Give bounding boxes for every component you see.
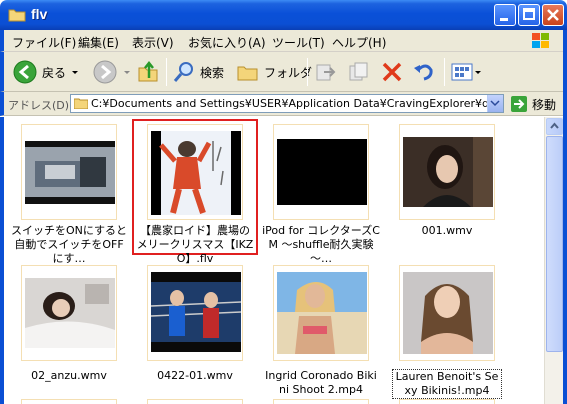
thumbnail-frame <box>147 124 243 220</box>
back-button[interactable]: 戻る <box>12 58 80 86</box>
menu-edit[interactable]: 編集(E) <box>78 34 119 51</box>
views-icon <box>451 63 473 81</box>
delete-button[interactable] <box>380 58 404 86</box>
chevron-down-icon <box>124 71 130 74</box>
go-button[interactable]: 移動 <box>510 95 556 113</box>
vertical-scrollbar[interactable] <box>544 117 563 404</box>
video-thumbnail <box>25 141 115 204</box>
video-thumbnail <box>25 278 115 348</box>
video-thumbnail <box>151 272 241 352</box>
thumbnail-frame <box>273 124 369 220</box>
window-title: flv <box>31 6 48 22</box>
folders-label: フォルダ <box>264 65 313 80</box>
video-thumbnail <box>403 272 493 354</box>
thumbnail-frame <box>21 124 117 220</box>
thumbnail-frame <box>273 265 369 361</box>
up-folder-button[interactable] <box>137 58 161 86</box>
file-view[interactable]: スイッチをONにすると自動でスイッチをOFFにす… 【農家ロイド】農場のメリーク… <box>4 117 544 404</box>
video-thumbnail <box>277 139 367 205</box>
thumbnail-frame <box>399 399 495 404</box>
move-to-button[interactable] <box>314 58 338 86</box>
video-thumbnail <box>151 131 241 215</box>
maximize-button[interactable] <box>518 4 540 26</box>
scroll-thumb[interactable] <box>546 136 563 352</box>
toolbar-separator <box>444 58 445 86</box>
close-button[interactable] <box>542 4 564 26</box>
thumbnail-frame <box>147 265 243 361</box>
thumbnail-frame <box>147 399 243 404</box>
file-name: iPod for コレクターズCM ～shuffle耐久実験～… <box>262 224 380 265</box>
move-to-icon <box>316 64 336 81</box>
address-path: C:¥Documents and Settings¥USER¥Applicati… <box>91 97 504 110</box>
toolbar-separator <box>166 58 167 86</box>
undo-icon <box>414 64 433 81</box>
menu-view[interactable]: 表示(V) <box>132 34 174 51</box>
thumbnail-frame <box>399 124 495 220</box>
title-bar[interactable]: flv <box>0 0 567 30</box>
address-input[interactable]: C:¥Documents and Settings¥USER¥Applicati… <box>70 94 504 113</box>
windows-logo-icon <box>532 33 549 48</box>
file-name: スイッチをONにすると自動でスイッチをOFFにす… <box>11 224 127 265</box>
video-thumbnail <box>403 137 493 207</box>
forward-button[interactable] <box>92 58 132 86</box>
window-border <box>563 30 567 404</box>
minimize-button[interactable] <box>494 4 516 26</box>
copy-to-button[interactable] <box>347 58 371 86</box>
menu-tools[interactable]: ツール(T) <box>272 34 325 51</box>
file-name: Ingrid Coronado Bikini Shoot 2.mp4 <box>265 369 377 396</box>
back-arrow-icon <box>13 60 37 84</box>
delete-x-icon <box>382 62 402 82</box>
toolbar-separator <box>307 58 308 86</box>
copy-to-icon <box>349 62 368 81</box>
address-dropdown[interactable] <box>487 95 503 112</box>
go-arrow-icon <box>511 96 527 112</box>
folders-button[interactable]: フォルダ <box>236 58 312 86</box>
chevron-down-icon <box>490 100 500 107</box>
search-button[interactable]: 検索 <box>172 58 224 86</box>
search-label: 検索 <box>200 65 225 80</box>
up-folder-icon <box>138 60 158 82</box>
thumbnail-frame <box>21 265 117 361</box>
menu-help[interactable]: ヘルプ(H) <box>332 34 386 51</box>
thumbnail-frame <box>21 399 117 404</box>
folder-icon <box>8 9 26 22</box>
address-label: アドレス(D) <box>8 99 70 112</box>
maximize-icon <box>523 8 535 20</box>
search-icon <box>173 62 193 82</box>
minimize-icon <box>500 18 508 21</box>
file-name: 001.wmv <box>421 224 473 237</box>
file-name: Lauren Benoit's Sexy Bikinis!.mp4 <box>392 369 502 399</box>
video-thumbnail <box>277 272 367 354</box>
back-label: 戻る <box>42 65 67 80</box>
go-label: 移動 <box>532 97 557 112</box>
thumbnail-frame <box>399 265 495 361</box>
file-name: 0422-01.wmv <box>157 369 233 382</box>
menu-file[interactable]: ファイル(F) <box>12 34 76 51</box>
chevron-up-icon <box>550 122 559 129</box>
views-button[interactable] <box>450 58 482 86</box>
file-name: 02_anzu.wmv <box>31 369 107 382</box>
undo-button[interactable] <box>412 58 436 86</box>
forward-arrow-icon <box>93 60 117 84</box>
thumbnail-frame <box>273 399 369 404</box>
close-icon <box>547 9 559 21</box>
scroll-up-button[interactable] <box>546 118 563 135</box>
folders-icon <box>237 66 258 81</box>
menu-bar: ファイル(F) 編集(E) 表示(V) お気に入り(A) ツール(T) ヘルプ(… <box>0 30 567 52</box>
chevron-down-icon <box>72 71 79 74</box>
menu-favorites[interactable]: お気に入り(A) <box>188 34 266 51</box>
toolbar: 戻る 検索 フォルダ <box>0 52 567 92</box>
file-name: 【農家ロイド】農場のメリークリスマス【IKZO】.flv <box>136 224 254 265</box>
address-bar: アドレス(D) C:¥Documents and Settings¥USER¥A… <box>0 92 567 116</box>
chevron-down-icon <box>475 71 481 74</box>
folder-icon <box>74 98 88 109</box>
